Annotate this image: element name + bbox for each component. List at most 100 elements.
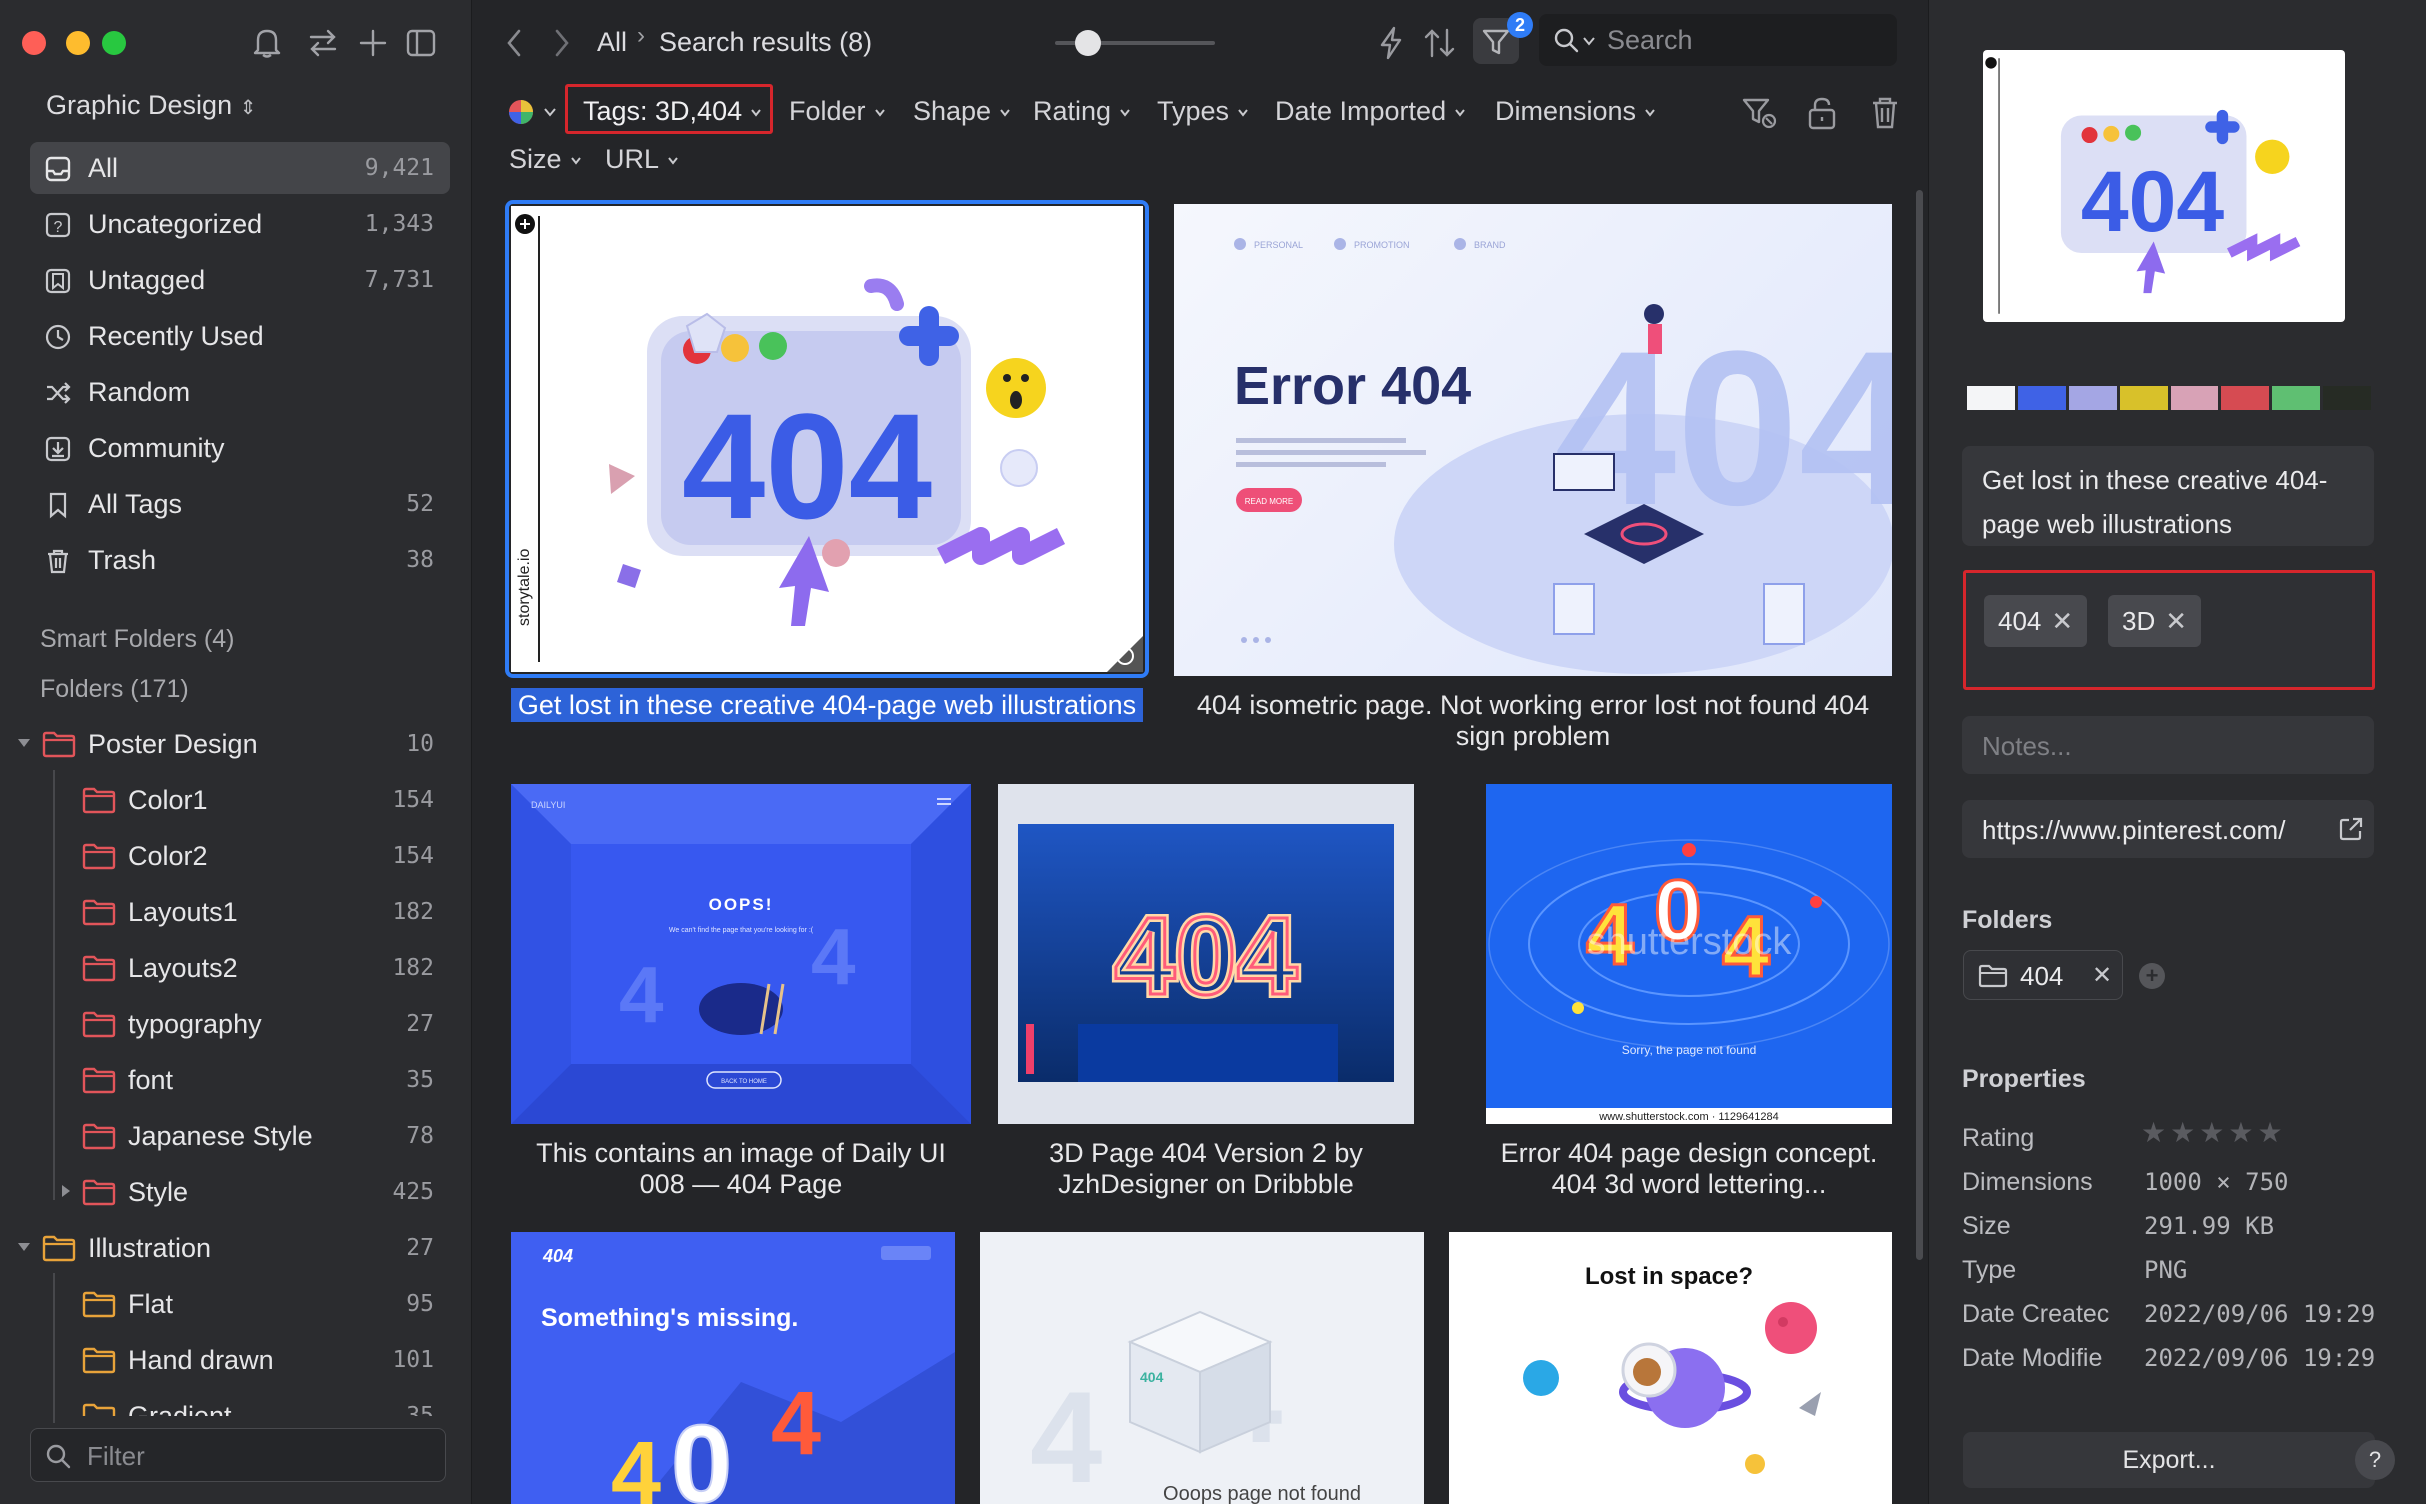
filter-input[interactable]: Filter: [30, 1428, 446, 1482]
smart-folders-header[interactable]: Smart Folders (4): [40, 625, 234, 654]
url-field[interactable]: https://www.pinterest.com/: [1962, 800, 2374, 858]
folder-layouts1[interactable]: Layouts1 182: [14, 886, 434, 938]
grid-item-4[interactable]: 404 404: [998, 784, 1414, 1124]
sort-icon[interactable]: [1423, 28, 1457, 58]
close-window-button[interactable]: [22, 31, 46, 55]
grid-item-caption[interactable]: This contains an image of Daily UI 008 —…: [511, 1138, 971, 1200]
lightning-icon[interactable]: [1377, 26, 1405, 60]
rating-stars[interactable]: ★ ★ ★ ★ ★: [2141, 1118, 2283, 1148]
folders-header[interactable]: Folders (171): [40, 675, 189, 704]
nav-random[interactable]: Random: [30, 366, 450, 418]
grid-item-3[interactable]: DAILYUI OOPS! We can't find the page tha…: [511, 784, 971, 1124]
types-filter-dropdown[interactable]: Types: [1157, 96, 1249, 127]
nav-untagged[interactable]: Untagged 7,731: [30, 254, 450, 306]
help-button[interactable]: ?: [2355, 1440, 2395, 1480]
nav-trash[interactable]: Trash 38: [30, 534, 450, 586]
scrollbar[interactable]: [1916, 190, 1923, 1260]
search-field[interactable]: Search: [1539, 14, 1897, 66]
folder-poster-design[interactable]: Poster Design 10: [14, 718, 434, 770]
toggle-panel-icon[interactable]: [406, 28, 436, 58]
folder-color1[interactable]: Color1 154: [14, 774, 434, 826]
tags-filter-dropdown[interactable]: Tags: 3D,404: [583, 96, 762, 127]
forward-icon[interactable]: [553, 28, 571, 58]
grid-item-2[interactable]: PERSONAL PROMOTION BRAND Error 404 READ …: [1174, 204, 1892, 676]
grid-item-caption[interactable]: 404 isometric page. Not working error lo…: [1174, 690, 1892, 752]
star-icon[interactable]: ★: [2170, 1118, 2195, 1148]
zoom-window-button[interactable]: [102, 31, 126, 55]
folder-font[interactable]: font 35: [14, 1054, 434, 1106]
back-icon[interactable]: [505, 28, 523, 58]
zoom-slider-thumb[interactable]: [1075, 30, 1101, 56]
add-folder-icon[interactable]: +: [2139, 963, 2165, 989]
nav-community[interactable]: Community: [30, 422, 450, 474]
star-icon[interactable]: ★: [2228, 1118, 2253, 1148]
grid-item-5[interactable]: 4 0 4 shutterstock Sorry, the page not f…: [1486, 784, 1892, 1124]
remove-folder-icon[interactable]: ✕: [2092, 961, 2112, 990]
disclosure-open-icon[interactable]: [17, 1241, 31, 1253]
color-wheel-icon[interactable]: [507, 98, 535, 126]
color-swatch[interactable]: [2170, 386, 2219, 410]
bell-icon[interactable]: [252, 27, 282, 59]
shape-filter-dropdown[interactable]: Shape: [913, 96, 1011, 127]
minimize-window-button[interactable]: [66, 31, 90, 55]
nav-uncategorized[interactable]: ? Uncategorized 1,343: [30, 198, 450, 250]
color-swatch[interactable]: [2221, 386, 2270, 410]
folder-chip-404[interactable]: 404 ✕: [1963, 950, 2123, 1000]
lock-icon[interactable]: [1807, 96, 1837, 130]
color-swatch[interactable]: [2119, 386, 2168, 410]
notes-field[interactable]: Notes...: [1962, 716, 2374, 774]
rating-filter-dropdown[interactable]: Rating: [1033, 96, 1131, 127]
star-icon[interactable]: ★: [2199, 1118, 2224, 1148]
title-field[interactable]: Get lost in these creative 404-page web …: [1962, 446, 2374, 546]
folder-typography[interactable]: typography 27: [14, 998, 434, 1050]
folder-illustration[interactable]: Illustration 27: [14, 1222, 434, 1274]
trash-icon[interactable]: [1871, 96, 1899, 130]
folder-japanese-style[interactable]: Japanese Style 78: [14, 1110, 434, 1162]
dimensions-filter-dropdown[interactable]: Dimensions: [1495, 96, 1656, 127]
star-icon[interactable]: ★: [2257, 1118, 2282, 1148]
export-button[interactable]: Export...: [1963, 1432, 2375, 1488]
folder-hand-drawn[interactable]: Hand drawn 101: [14, 1334, 434, 1386]
clear-filter-icon[interactable]: [1741, 96, 1777, 130]
grid-item-1[interactable]: 404 storytale.io: [511, 206, 1143, 672]
color-swatch[interactable]: [2068, 386, 2117, 410]
folder-layouts2[interactable]: Layouts2 182: [14, 942, 434, 994]
breadcrumb-root[interactable]: All: [597, 27, 627, 58]
grid-item-caption[interactable]: 3D Page 404 Version 2 by JzhDesigner on …: [998, 1138, 1414, 1200]
remove-tag-icon[interactable]: ✕: [2051, 606, 2073, 637]
color-swatch[interactable]: [2323, 386, 2371, 410]
nav-all[interactable]: All 9,421: [30, 142, 450, 194]
color-swatch[interactable]: [1967, 386, 2015, 410]
properties-section-header: Properties: [1962, 1065, 2086, 1093]
color-swatch[interactable]: [2017, 386, 2066, 410]
star-icon[interactable]: ★: [2141, 1118, 2166, 1148]
grid-item-caption[interactable]: Error 404 page design concept. 404 3d wo…: [1486, 1138, 1892, 1200]
folder-gradient[interactable]: Gradient 35: [14, 1390, 434, 1416]
url-filter-dropdown[interactable]: URL: [605, 144, 679, 175]
tag-chip-404[interactable]: 404 ✕: [1984, 595, 2088, 647]
grid-item-caption[interactable]: Get lost in these creative 404-page web …: [511, 690, 1143, 721]
open-link-icon[interactable]: [2338, 816, 2364, 842]
grid-item-7[interactable]: 4 4 404 Ooops page not found: [980, 1232, 1424, 1504]
nav-recently-used[interactable]: Recently Used: [30, 310, 450, 362]
swap-icon[interactable]: [308, 28, 338, 58]
nav-all-tags[interactable]: All Tags 52: [30, 478, 450, 530]
tag-chip-3d[interactable]: 3D ✕: [2108, 595, 2202, 647]
disclosure-open-icon[interactable]: [17, 737, 31, 749]
remove-tag-icon[interactable]: ✕: [2165, 606, 2187, 637]
date-imported-filter-dropdown[interactable]: Date Imported: [1275, 96, 1466, 127]
folder-filter-dropdown[interactable]: Folder: [789, 96, 886, 127]
disclosure-closed-icon[interactable]: [60, 1184, 72, 1198]
folder-color2[interactable]: Color2 154: [14, 830, 434, 882]
color-swatch[interactable]: [2272, 386, 2321, 410]
tags-field[interactable]: 404 ✕ 3D ✕: [1963, 570, 2375, 690]
add-icon[interactable]: [358, 28, 388, 58]
library-switcher[interactable]: Graphic Design ⇕: [46, 90, 256, 121]
folder-flat[interactable]: Flat 95: [14, 1278, 434, 1330]
folder-style[interactable]: Style 425: [14, 1166, 434, 1218]
grid-item-6[interactable]: 404 Something's missing. 0 4 4: [511, 1232, 955, 1504]
chevron-down-icon[interactable]: [543, 106, 557, 118]
preview-thumbnail[interactable]: 404: [1983, 50, 2345, 322]
grid-item-8[interactable]: Lost in space?: [1449, 1232, 1892, 1504]
size-filter-dropdown[interactable]: Size: [509, 144, 582, 175]
